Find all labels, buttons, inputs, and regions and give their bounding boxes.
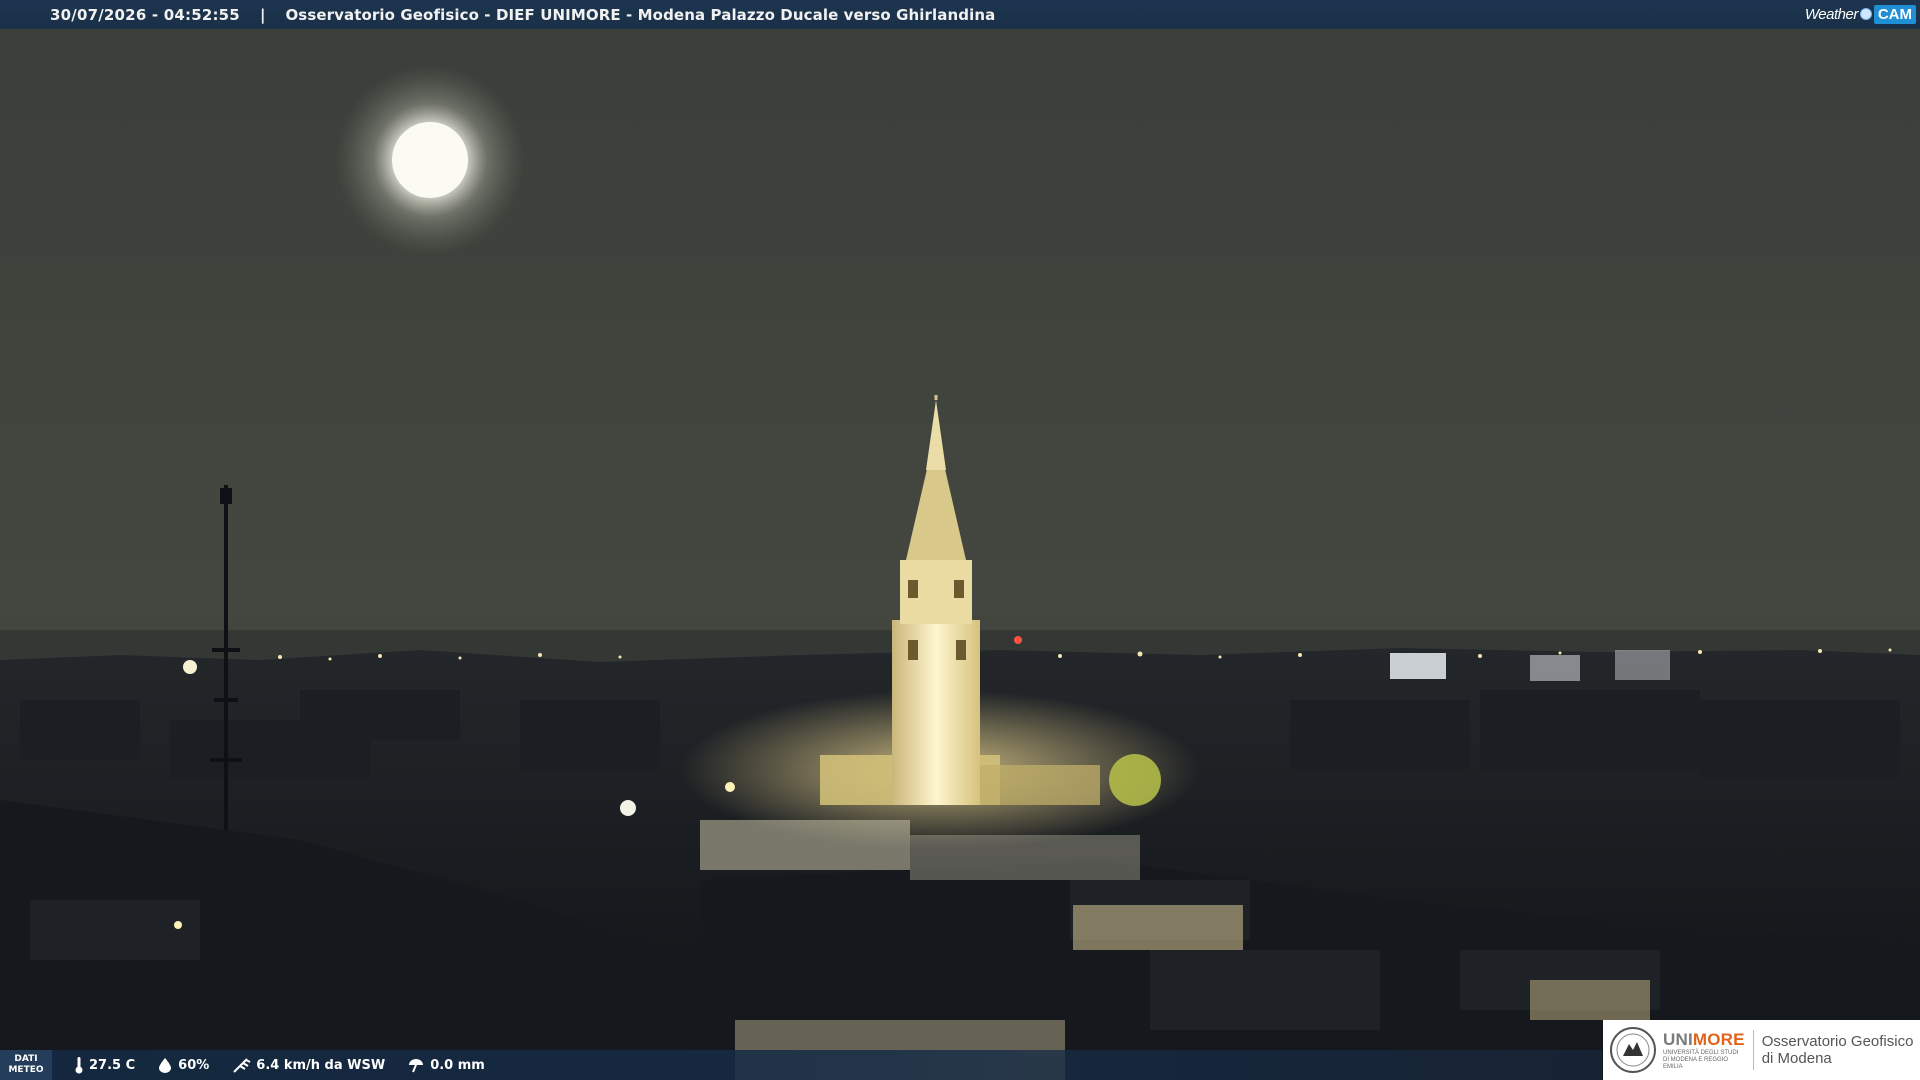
wind-icon bbox=[233, 1058, 251, 1073]
logo-cam-text: CAM bbox=[1873, 4, 1916, 24]
observatory-line1: Osservatorio Geofisico bbox=[1761, 1033, 1914, 1050]
observatory-name: Osservatorio Geofisico di Modena bbox=[1762, 1033, 1914, 1067]
weather-data-bar: DATI METEO 27.5 C 60% 6.4 km/h da WSW 0.… bbox=[0, 1050, 1602, 1080]
temperature-reading: 27.5 C bbox=[74, 1056, 135, 1074]
thermometer-icon bbox=[75, 1057, 83, 1074]
dati-label: DATI bbox=[14, 1054, 38, 1064]
unimore-subtitle: UNIVERSITÀ DEGLI STUDI DI MODENA E REGGI… bbox=[1663, 1049, 1739, 1070]
camera-title: Osservatorio Geofisico - DIEF UNIMORE - … bbox=[285, 5, 996, 24]
weathercam-logo: Weather CAM bbox=[1805, 3, 1916, 25]
humidity-value: 60% bbox=[178, 1057, 210, 1073]
unimore-brand: UNIMORE UNIVERSITÀ DEGLI STUDI DI MODENA… bbox=[1663, 1030, 1745, 1071]
timestamp: 30/07/2026 - 04:52:55 bbox=[50, 5, 240, 24]
unimore-logo-box: UNIMORE UNIVERSITÀ DEGLI STUDI DI MODENA… bbox=[1603, 1020, 1920, 1080]
humidity-drop-icon bbox=[159, 1058, 172, 1073]
wind-reading: 6.4 km/h da WSW bbox=[231, 1056, 385, 1074]
wind-value: 6.4 km/h da WSW bbox=[256, 1057, 386, 1073]
logo-weather-text: Weather bbox=[1804, 5, 1858, 23]
meteo-label: METEO bbox=[8, 1065, 44, 1075]
top-info-bar: 30/07/2026 - 04:52:55 | Osservatorio Geo… bbox=[0, 0, 1920, 29]
header-separator: | bbox=[259, 5, 266, 24]
temperature-value: 27.5 C bbox=[89, 1057, 136, 1073]
webcam-scene bbox=[0, 0, 1920, 1080]
dati-meteo-label: DATI METEO bbox=[0, 1050, 52, 1080]
rain-reading: 0.0 mm bbox=[407, 1056, 485, 1074]
university-seal-icon bbox=[1610, 1027, 1656, 1073]
rain-value: 0.0 mm bbox=[430, 1057, 485, 1073]
logo-divider bbox=[1752, 1030, 1754, 1070]
rain-gauge-icon bbox=[409, 1059, 424, 1073]
unimore-suffix: MORE bbox=[1692, 1029, 1745, 1049]
unimore-prefix: UNI bbox=[1663, 1029, 1693, 1049]
logo-dot-icon bbox=[1859, 8, 1872, 20]
humidity-reading: 60% bbox=[157, 1057, 209, 1073]
unimore-wordmark: UNIMORE bbox=[1663, 1030, 1745, 1050]
observatory-line2: di Modena bbox=[1761, 1050, 1832, 1067]
